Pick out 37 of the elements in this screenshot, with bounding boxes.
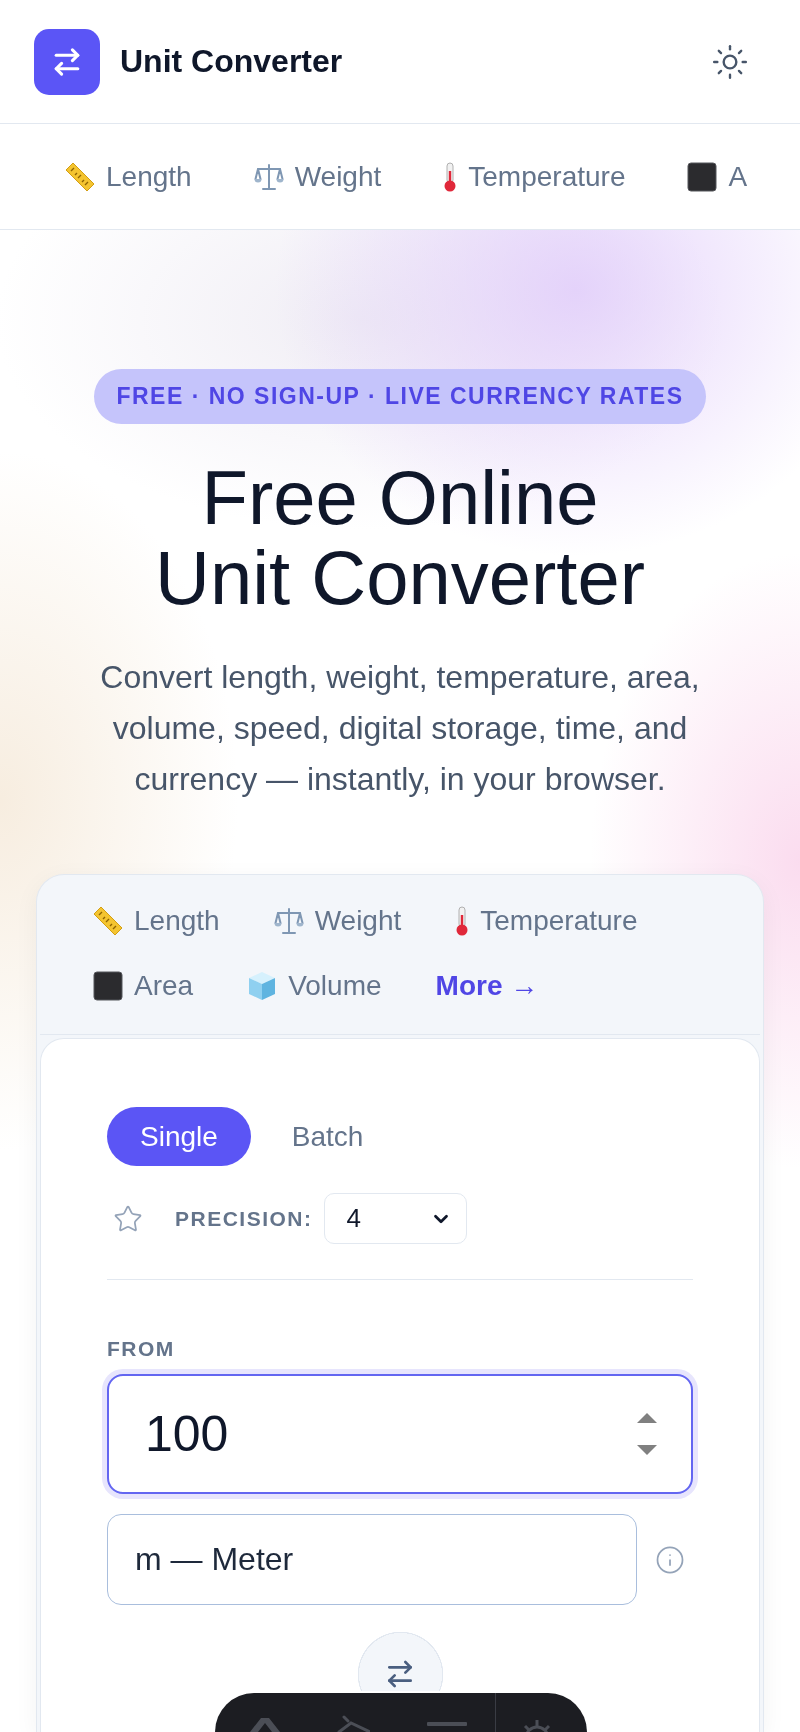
ruler-icon (65, 161, 95, 192)
thermometer-icon (455, 906, 470, 936)
info-icon[interactable] (655, 1544, 685, 1575)
category-link[interactable]: Temperature (443, 159, 626, 194)
more-link[interactable]: More → (435, 969, 539, 1003)
category-tab[interactable]: Volume (247, 969, 382, 1003)
precision-select[interactable]: 4 (323, 1193, 467, 1244)
mode-tab[interactable]: Single (107, 1107, 251, 1166)
unit-select[interactable]: m — Meter (107, 1514, 637, 1605)
sun-icon[interactable] (711, 42, 749, 81)
highlighter-icon[interactable] (335, 1715, 370, 1732)
category-tab[interactable]: Area (93, 969, 194, 1003)
text-tool-icon[interactable] (250, 1718, 280, 1732)
field-label: FROM (107, 1336, 175, 1361)
mode-tab[interactable]: Batch (258, 1107, 397, 1166)
category-tab[interactable]: Temperature (455, 904, 638, 938)
ruler-icon (93, 906, 123, 936)
app-title: Unit Converter (120, 43, 343, 80)
swap-button[interactable] (357, 1632, 443, 1691)
page-description: Convert length, weight, temperature, area, volume, speed, digital storage, time, and currency — instantly, in your browser. (99, 658, 701, 799)
scales-icon (253, 161, 284, 192)
square-icon (687, 161, 718, 192)
spinner-arrows-icon[interactable] (636, 1413, 658, 1455)
category-link[interactable]: Length (65, 159, 192, 194)
category-tab[interactable]: Length (93, 904, 220, 938)
thermometer-icon (443, 161, 458, 192)
star-icon[interactable] (113, 1203, 143, 1234)
feature-badge: FREE · NO SIGN-UP · LIVE CURRENCY RATES (94, 369, 706, 424)
square-icon (93, 971, 123, 1001)
category-link[interactable]: Weight (253, 159, 382, 194)
logo-icon (34, 28, 100, 95)
category-link[interactable]: A (687, 159, 748, 194)
precision-label: PRECISION: (175, 1206, 313, 1231)
scales-icon (273, 906, 304, 936)
page-title: Free Online Unit Converter (154, 458, 646, 618)
category-tab[interactable]: Weight (273, 904, 402, 938)
ice-cube-icon (247, 971, 278, 1001)
